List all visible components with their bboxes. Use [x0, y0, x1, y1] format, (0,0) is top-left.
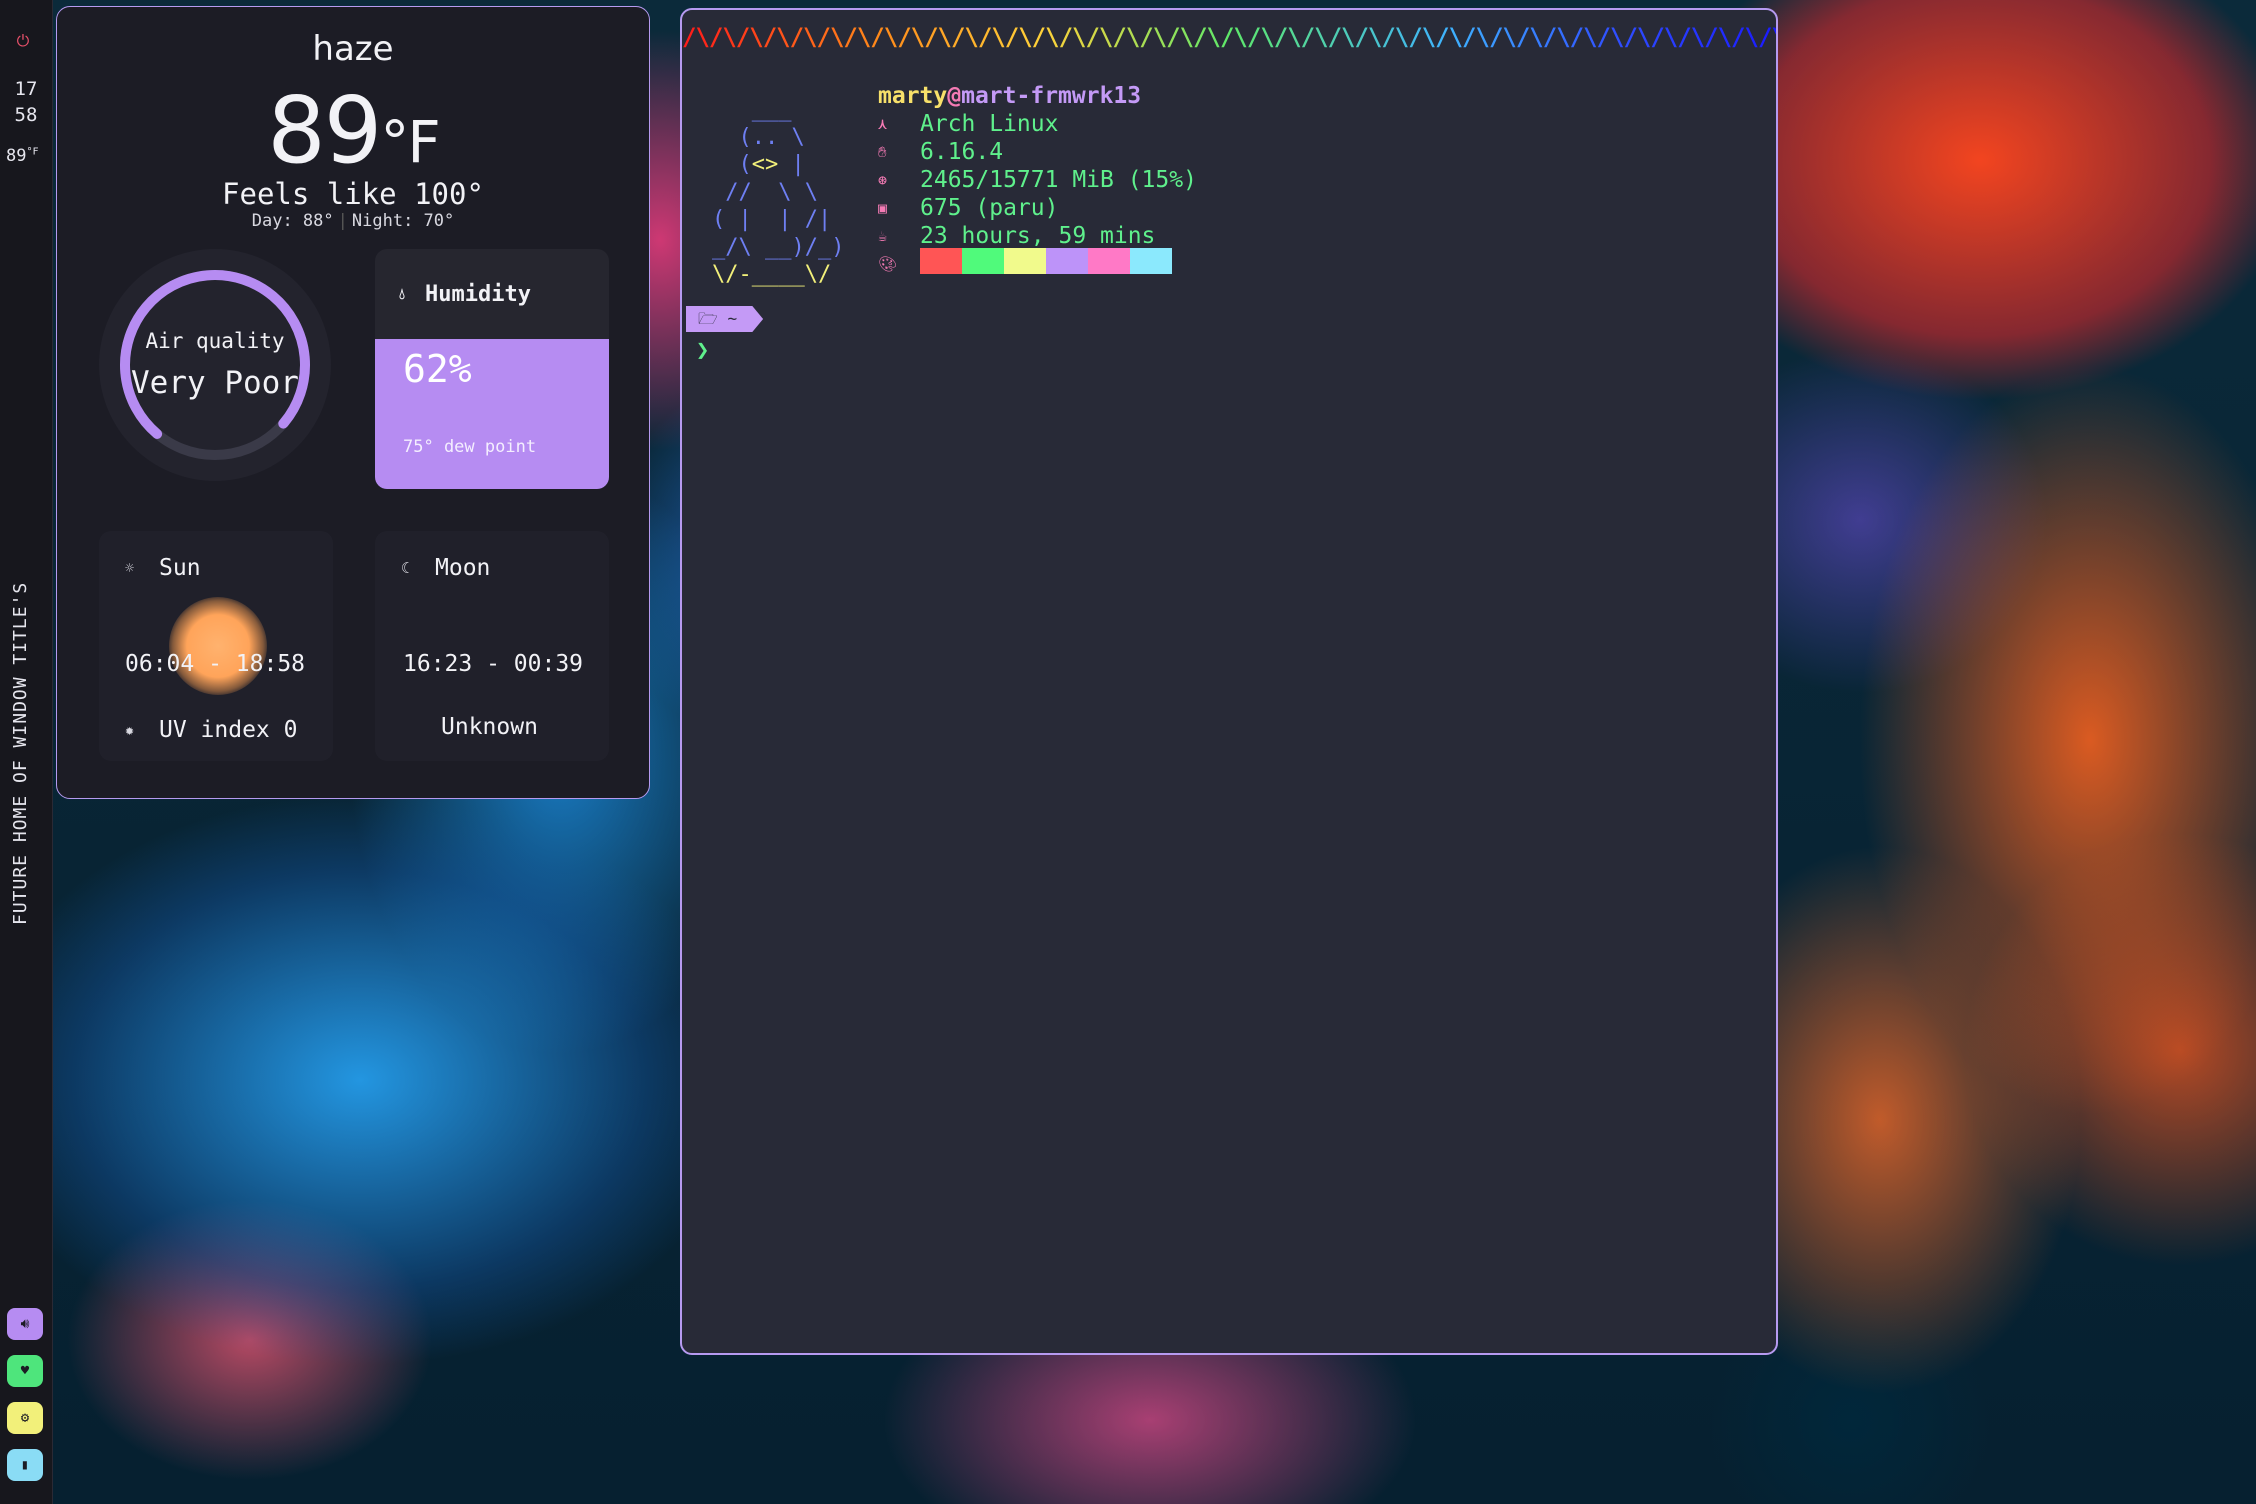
sun-title: Sun [159, 555, 201, 581]
humidity-header: 💧︎ Humidity [375, 249, 609, 339]
palette-swatch-4 [1088, 247, 1130, 274]
os-value: Arch Linux [920, 111, 1059, 137]
palette-swatch-2 [1004, 247, 1046, 274]
uv-icon: ✹ [125, 721, 135, 739]
palette-swatch-1 [962, 247, 1004, 274]
weather-condition: haze [312, 29, 394, 69]
moon-icon: ☾ [401, 559, 411, 577]
heart-icon: ♥ [20, 1363, 30, 1379]
sunrise-sunset: 06:04 - 18:58 [125, 651, 306, 677]
feels-like: Feels like 100° [222, 177, 484, 211]
kernel-line: ✋︎ 6.16.4 [878, 138, 1197, 166]
humidity-title: Humidity [425, 281, 531, 307]
memory-icon: ⊛ [878, 171, 888, 189]
air-quality-gauge: Air quality Very Poor [99, 249, 331, 481]
moon-header: ☾ Moon [401, 555, 490, 581]
os-line: ⋏ Arch Linux [878, 110, 1197, 138]
day-temp: Day: 88° [251, 211, 334, 231]
packages-line: ▣ 675 (paru) [878, 194, 1197, 222]
palette-icon: 🎨︎ [878, 255, 898, 273]
palette-swatch-5 [1130, 247, 1172, 274]
moon-title: Moon [435, 555, 491, 581]
sun-header: ☼ Sun [125, 555, 201, 581]
sun-icon: ☼ [125, 559, 135, 577]
at-sign: @ [947, 83, 962, 109]
health-button[interactable]: ♥ [7, 1355, 43, 1387]
color-palette [920, 247, 1172, 281]
volume-icon: 🔊︎ [20, 1316, 30, 1332]
air-quality-label: Air quality [145, 329, 285, 353]
arch-tux-ascii-logo: ___ (.. \ (<> | // \ \ ( | | /| _/\ __)/… [712, 97, 845, 287]
settings-button[interactable]: ⚙ [7, 1402, 43, 1434]
uptime-line: ☕︎ 23 hours, 59 mins [878, 222, 1197, 250]
clock-hour: 17 [14, 78, 38, 100]
window-title-placeholder: FUTURE HOME OF WINDOW TITLE'S [10, 581, 31, 925]
battery-icon: ▮ [20, 1457, 30, 1473]
humidity-body: 62% 75° dew point [375, 339, 609, 489]
palette-swatch-0 [920, 247, 962, 274]
humidity-value: 62% [403, 347, 472, 391]
bar-temp-value: 89 [6, 146, 27, 166]
night-temp: Night: 70° [351, 211, 455, 231]
clock-minute: 58 [14, 104, 38, 126]
prompt-caret[interactable]: ❯ [696, 338, 709, 363]
sun-position-marker [169, 597, 267, 695]
uv-row: ✹ UV index 0 [125, 717, 297, 743]
linux-icon: ✋︎ [878, 143, 887, 161]
color-palette-line: 🎨︎ [878, 247, 1197, 281]
packages-value: 675 (paru) [920, 195, 1059, 221]
username: marty [878, 83, 948, 109]
palette-swatch-3 [1046, 247, 1088, 274]
moonrise-moonset: 16:23 - 00:39 [403, 651, 584, 677]
current-temperature: 89°F [57, 77, 649, 184]
droplet-icon: 💧︎ [399, 285, 406, 303]
volume-button[interactable]: 🔊︎ [7, 1308, 43, 1340]
battery-button[interactable]: ▮ [7, 1449, 43, 1481]
folder-icon: 🗁︎ [698, 309, 718, 328]
memory-value: 2465/15771 MiB (15%) [920, 167, 1197, 193]
arch-icon: ⋏ [878, 115, 888, 133]
uv-index: UV index 0 [159, 717, 298, 743]
divider: | [337, 211, 348, 231]
power-icon[interactable]: ⏻ [14, 32, 32, 50]
kernel-value: 6.16.4 [920, 139, 1004, 165]
memory-line: ⊛ 2465/15771 MiB (15%) [878, 166, 1197, 194]
user-host-line: marty @ mart-frmwrk13 [878, 82, 1197, 110]
terminal-window[interactable]: /\/\/\/\/\/\/\/\/\/\/\/\/\/\/\/\/\/\/\/\… [680, 8, 1778, 1355]
temperature-unit: °F [380, 108, 440, 176]
bar-temperature[interactable]: 89°F [6, 146, 39, 166]
hostname: mart-frmwrk13 [961, 83, 1142, 109]
prompt-directory-segment: 🗁︎ ~ [686, 306, 764, 332]
day-night-temps: Day: 88° | Night: 70° [57, 211, 649, 231]
humidity-card: 💧︎ Humidity 62% 75° dew point [375, 249, 609, 489]
moon-card: ☾ Moon 16:23 - 00:39 Unknown [375, 531, 609, 761]
weather-widget: haze 89°F Feels like 100° Day: 88° | Night… [56, 6, 650, 799]
temperature-value: 89 [267, 77, 382, 184]
air-quality-value: Very Poor [131, 365, 299, 401]
gear-icon: ⚙ [20, 1410, 30, 1426]
sun-card: ☼ Sun 06:04 - 18:58 ✹ UV index 0 [99, 531, 333, 761]
moon-phase: Unknown [441, 714, 538, 740]
dew-point: 75° dew point [403, 437, 537, 457]
uptime-value: 23 hours, 59 mins [920, 223, 1156, 249]
package-icon: ▣ [878, 199, 888, 217]
rainbow-border-pattern: /\/\/\/\/\/\/\/\/\/\/\/\/\/\/\/\/\/\/\/\… [682, 24, 1776, 50]
bar-temp-unit: °F [26, 146, 39, 158]
coffee-icon: ☕︎ [878, 227, 888, 245]
prompt-directory: ~ [727, 309, 738, 328]
fastfetch-info: marty @ mart-frmwrk13 ⋏ Arch Linux ✋︎ 6.16… [878, 82, 1197, 278]
side-bar: ⏻ 17 58 89°F FUTURE HOME OF WINDOW TITLE… [0, 0, 53, 1504]
